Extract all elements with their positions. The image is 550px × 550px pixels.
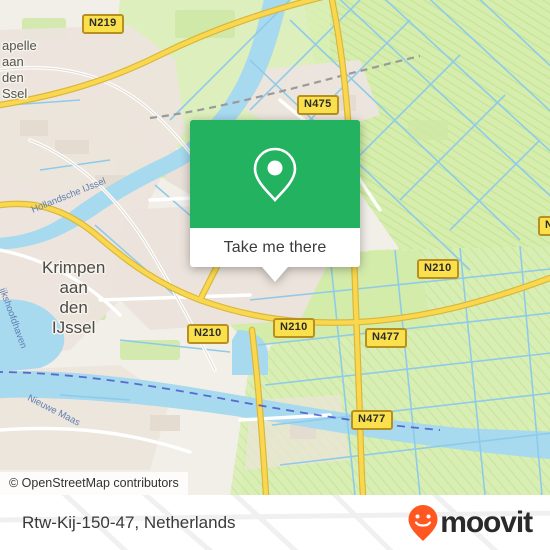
road-shield-n477-bottom[interactable]: N477 — [351, 410, 393, 430]
take-me-there-button[interactable]: Take me there — [224, 239, 327, 257]
road-shield-n475[interactable]: N475 — [297, 95, 339, 115]
road-shield-n210-west[interactable]: N210 — [187, 324, 229, 344]
callout-action-area[interactable]: Take me there — [190, 228, 360, 267]
callout-icon-area — [190, 120, 360, 228]
destination-callout-card[interactable]: Take me there — [190, 120, 360, 282]
road-shield-n477-top[interactable]: N477 — [365, 328, 407, 348]
osm-attribution[interactable]: © OpenStreetMap contributors — [0, 472, 188, 495]
map-pin-icon — [253, 147, 297, 202]
road-shield-n210-mid[interactable]: N210 — [273, 318, 315, 338]
moovit-logo[interactable]: moovit — [407, 504, 533, 542]
map-screenshot: apelle aan den Ssel Krimpen aan den IJss… — [0, 0, 550, 550]
address-label: Rtw-Kij-150-47, Netherlands — [22, 512, 236, 532]
place-label-capelle: apelle aan den Ssel — [2, 38, 37, 101]
road-shield-n210-east[interactable]: N210 — [417, 259, 459, 279]
moovit-smiley-pin-icon — [408, 504, 438, 541]
road-shield-n219[interactable]: N219 — [82, 14, 124, 34]
map-canvas[interactable]: apelle aan den Ssel Krimpen aan den IJss… — [0, 0, 550, 495]
callout-pointer — [262, 267, 288, 282]
place-label-krimpen: Krimpen aan den IJssel — [42, 258, 106, 337]
road-shield-n-clipped[interactable]: N — [538, 216, 550, 236]
footer-bar: Rtw-Kij-150-47, Netherlands moovit — [0, 495, 550, 550]
moovit-wordmark: moovit — [440, 505, 533, 539]
